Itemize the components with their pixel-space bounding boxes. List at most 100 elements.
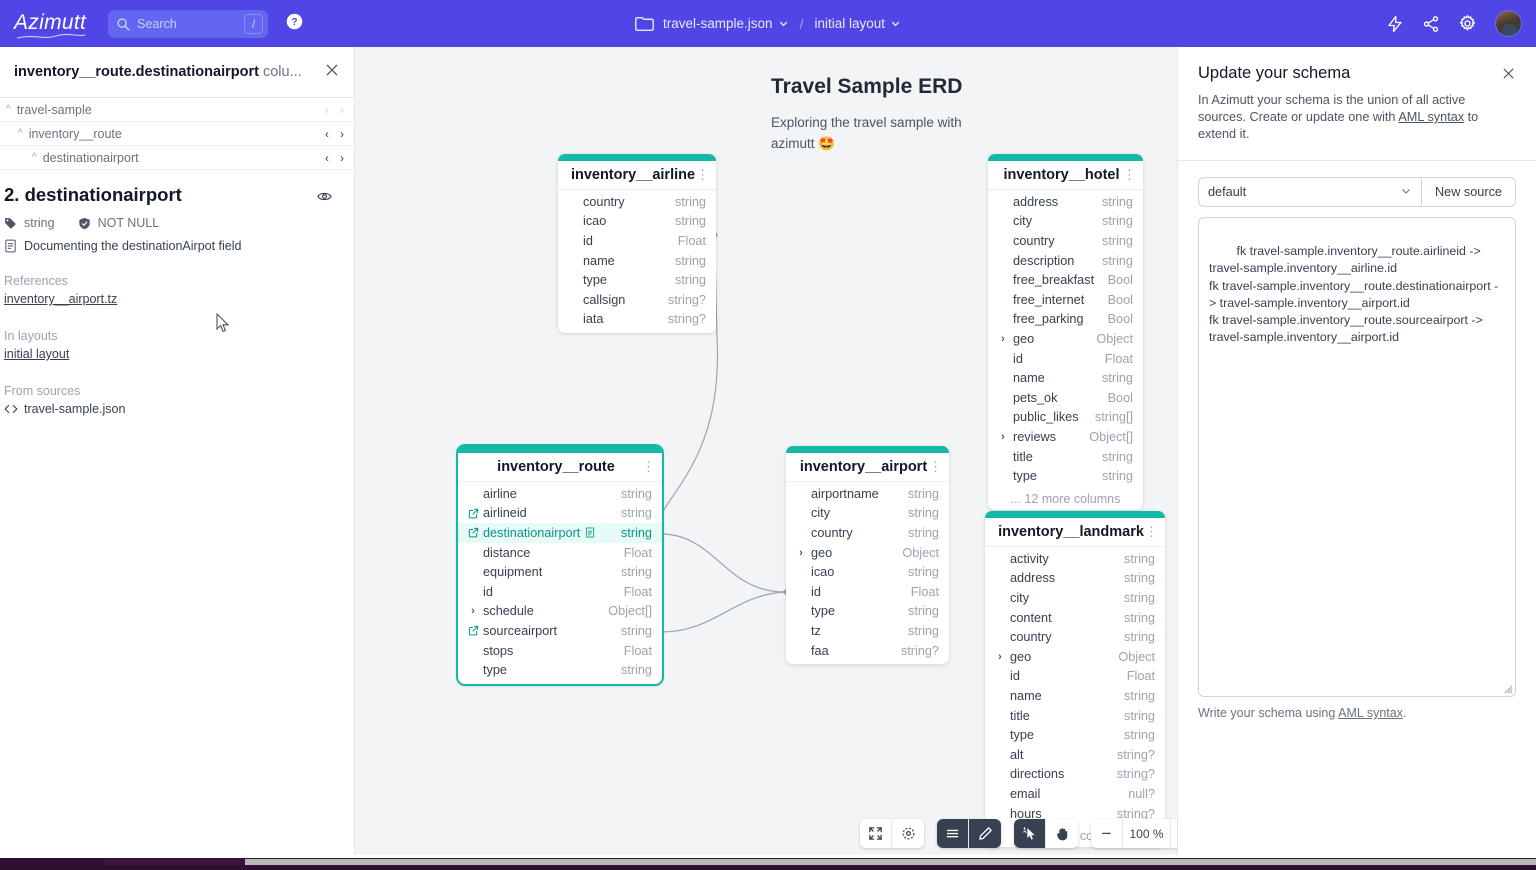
chevron-right-icon[interactable]: › (466, 605, 480, 617)
table-row[interactable]: city string (985, 588, 1165, 608)
table-menu-icon[interactable]: ⋮ (929, 460, 942, 473)
close-panel-button[interactable] (1501, 66, 1516, 86)
visibility-eye-icon[interactable] (317, 189, 332, 209)
table-menu-icon[interactable]: ⋮ (642, 460, 655, 473)
table-row[interactable]: icao string (558, 212, 716, 232)
breadcrumb-project[interactable]: travel-sample.json (663, 16, 789, 31)
table-row[interactable]: sourceairport string (458, 621, 662, 641)
table-row[interactable]: iata string? (558, 310, 716, 330)
table-row[interactable]: address string (985, 569, 1165, 589)
gear-icon[interactable] (1458, 14, 1477, 33)
table-row[interactable]: › geo Object (988, 329, 1143, 349)
breadcrumb-layout[interactable]: initial layout (814, 16, 901, 31)
table-row[interactable]: name string (558, 251, 716, 271)
breadcrumb-row-column[interactable]: ^ destinationairport ‹ › (0, 146, 354, 170)
table-header[interactable]: inventory__airport ⋮ (786, 453, 949, 482)
table-row[interactable]: stops Float (458, 641, 662, 661)
table-row[interactable]: directions string? (985, 765, 1165, 785)
fit-to-screen-button[interactable] (860, 819, 892, 848)
zoom-level-label[interactable]: 100 % (1123, 819, 1171, 848)
table-row[interactable]: address string (988, 192, 1143, 212)
breadcrumb-row-table[interactable]: ^ inventory__route ‹ › (0, 122, 354, 146)
table-row[interactable]: country string (988, 231, 1143, 251)
close-panel-button[interactable] (324, 62, 340, 83)
table-row[interactable]: country string (985, 627, 1165, 647)
table-row[interactable]: free_breakfast Bool (988, 270, 1143, 290)
auto-layout-button[interactable] (892, 819, 924, 848)
zoom-out-button[interactable]: − (1091, 819, 1123, 848)
table-row[interactable]: title string (988, 447, 1143, 467)
table-menu-icon[interactable]: ⋮ (1123, 168, 1136, 181)
table-row[interactable]: alt string? (985, 745, 1165, 765)
user-avatar[interactable] (1495, 10, 1522, 37)
select-cursor-button[interactable] (1014, 819, 1046, 848)
prev-button[interactable]: ‹ (325, 151, 329, 165)
table-row[interactable]: id Float (786, 582, 949, 602)
table-card-inventory-airline[interactable]: inventory__airline ⋮ country string icao s… (558, 154, 716, 334)
table-row[interactable]: faa string? (786, 641, 949, 661)
more-columns-label[interactable]: ... 12 more columns (988, 490, 1143, 510)
table-row[interactable]: type string (558, 270, 716, 290)
table-row[interactable]: type string (458, 660, 662, 680)
aml-syntax-link-footer[interactable]: AML syntax (1338, 706, 1403, 720)
table-row[interactable]: id Float (988, 349, 1143, 369)
table-row[interactable]: country string (786, 523, 949, 543)
layout-link[interactable]: initial layout (4, 347, 69, 361)
table-row[interactable]: airportname string (786, 484, 949, 504)
table-row[interactable]: activity string (985, 549, 1165, 569)
table-row[interactable]: icao string (786, 562, 949, 582)
table-header[interactable]: inventory__landmark ⋮ (985, 518, 1165, 547)
next-button[interactable]: › (340, 103, 344, 117)
table-row[interactable]: › reviews Object[] (988, 427, 1143, 447)
table-menu-icon[interactable]: ⋮ (1145, 525, 1158, 538)
table-row[interactable]: airlineid string (458, 504, 662, 524)
next-button[interactable]: › (340, 127, 344, 141)
table-row[interactable]: › geo Object (786, 543, 949, 563)
table-row[interactable]: title string (985, 706, 1165, 726)
chevron-right-icon[interactable]: › (996, 333, 1010, 345)
table-row[interactable]: airline string (458, 484, 662, 504)
table-row[interactable]: equipment string (458, 562, 662, 582)
search-input[interactable]: Search / (108, 9, 269, 38)
table-row[interactable]: city string (988, 212, 1143, 232)
pan-hand-button[interactable] (1046, 819, 1078, 848)
chevron-right-icon[interactable]: › (996, 431, 1010, 443)
edit-button[interactable] (969, 819, 1001, 848)
horizontal-scrollbar-thumb[interactable] (103, 859, 245, 865)
chevron-right-icon[interactable]: › (993, 651, 1007, 663)
table-card-inventory-route[interactable]: inventory__route ⋮ airline string airline… (458, 446, 662, 684)
table-row[interactable]: id Float (985, 667, 1165, 687)
table-row[interactable]: content string (985, 608, 1165, 628)
reference-link[interactable]: inventory__airport.tz (4, 292, 117, 306)
table-row[interactable]: description string (988, 251, 1143, 271)
chevron-right-icon[interactable]: › (794, 547, 808, 559)
table-row[interactable]: type string (988, 466, 1143, 486)
aml-syntax-link[interactable]: AML syntax (1398, 110, 1464, 124)
prev-button[interactable]: ‹ (325, 127, 329, 141)
help-icon[interactable]: ? (286, 13, 303, 35)
azimutt-logo[interactable]: Azimutt (14, 11, 86, 39)
table-row-selected[interactable]: destinationairport string (458, 523, 662, 543)
source-row[interactable]: travel-sample.json (4, 402, 340, 416)
new-source-button[interactable]: New source (1422, 177, 1516, 207)
table-card-inventory-landmark[interactable]: inventory__landmark ⋮ activity string add… (985, 511, 1165, 848)
table-card-inventory-airport[interactable]: inventory__airport ⋮ airportname string c… (786, 446, 949, 665)
table-row[interactable]: id Float (458, 582, 662, 602)
table-row[interactable]: type string (985, 725, 1165, 745)
next-button[interactable]: › (340, 151, 344, 165)
resize-grip-icon[interactable] (1502, 683, 1513, 694)
table-row[interactable]: distance Float (458, 543, 662, 563)
table-row[interactable]: type string (786, 602, 949, 622)
table-row[interactable]: callsign string? (558, 290, 716, 310)
table-row[interactable]: free_parking Bool (988, 310, 1143, 330)
erd-canvas[interactable]: Travel Sample ERD Exploring the travel s… (355, 47, 1177, 855)
table-menu-icon[interactable]: ⋮ (696, 168, 709, 181)
table-header[interactable]: inventory__route ⋮ (458, 453, 662, 482)
table-row[interactable]: name string (988, 368, 1143, 388)
table-header[interactable]: inventory__airline ⋮ (558, 161, 716, 190)
breadcrumb-row-source[interactable]: ^ travel-sample ‹ › (0, 98, 354, 122)
table-row[interactable]: › geo Object (985, 647, 1165, 667)
table-row[interactable]: free_internet Bool (988, 290, 1143, 310)
table-row[interactable]: email null? (985, 784, 1165, 804)
lightning-icon[interactable] (1386, 15, 1404, 33)
